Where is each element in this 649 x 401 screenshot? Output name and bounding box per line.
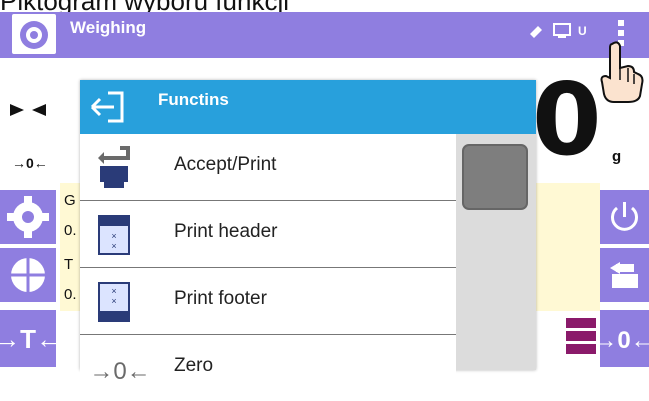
zero-marker: →0← [12, 155, 48, 171]
info-label-gross: G [64, 192, 76, 209]
database-button[interactable] [0, 248, 56, 302]
tare-icon: →T← [0, 324, 56, 354]
svg-text:→0←: →0← [90, 358, 150, 383]
menu-item-print-header[interactable]: × × Print header [80, 201, 456, 268]
power-icon [611, 202, 638, 231]
print-button[interactable] [600, 248, 649, 302]
settings-button[interactable] [0, 190, 56, 244]
zero-button[interactable]: →0← [600, 310, 649, 367]
weight-value: 0 [532, 61, 602, 178]
tare-button[interactable]: →T← [0, 310, 56, 367]
menu-item-label: Zero [174, 355, 214, 376]
stability-marker-icon [10, 102, 46, 123]
printer-icon [94, 144, 134, 190]
print-icon [610, 262, 638, 288]
svg-text:×: × [111, 286, 116, 296]
svg-text:×: × [111, 296, 116, 306]
print-footer-icon: × × [98, 282, 130, 322]
svg-text:×: × [111, 231, 116, 241]
print-header-icon: × × [98, 215, 130, 255]
functions-header: Functins [80, 80, 536, 134]
status-icons: U [528, 20, 600, 43]
info-label-tare: T [64, 256, 74, 273]
info-value-tare: 0. [64, 286, 77, 303]
zero-icon: →0← [89, 353, 150, 385]
gear-icon [7, 196, 49, 238]
svg-text:→0←: →0← [600, 327, 649, 354]
menu-item-print-footer[interactable]: × × Print footer [80, 268, 456, 335]
menu-item-zero[interactable]: →0← Zero [80, 335, 456, 401]
weight-unit: g [612, 148, 622, 165]
info-value-gross: 0. [64, 222, 77, 239]
database-icon [566, 318, 596, 358]
window-title: Weighing [70, 18, 147, 37]
svg-text:×: × [111, 241, 116, 251]
menu-item-label: Accept/Print [174, 154, 277, 175]
menu-item-label: Print footer [174, 288, 267, 309]
functions-panel: Functins Accept/Print × × Print header ×… [80, 80, 536, 401]
power-button[interactable] [600, 190, 649, 244]
svg-text:U: U [578, 24, 589, 38]
svg-text:→T←: →T← [0, 324, 56, 354]
scrollbar[interactable] [456, 134, 536, 370]
menu-item-label: Print header [174, 221, 278, 242]
scrollbar-thumb[interactable] [462, 144, 528, 210]
pie-icon [11, 258, 45, 292]
menu-item-accept-print[interactable]: Accept/Print [80, 134, 456, 201]
pointing-hand-icon [594, 38, 646, 104]
zero-icon: →0← [600, 327, 649, 354]
logo-icon [12, 14, 56, 54]
back-icon[interactable] [88, 88, 132, 126]
functions-title: Functins [158, 90, 229, 109]
